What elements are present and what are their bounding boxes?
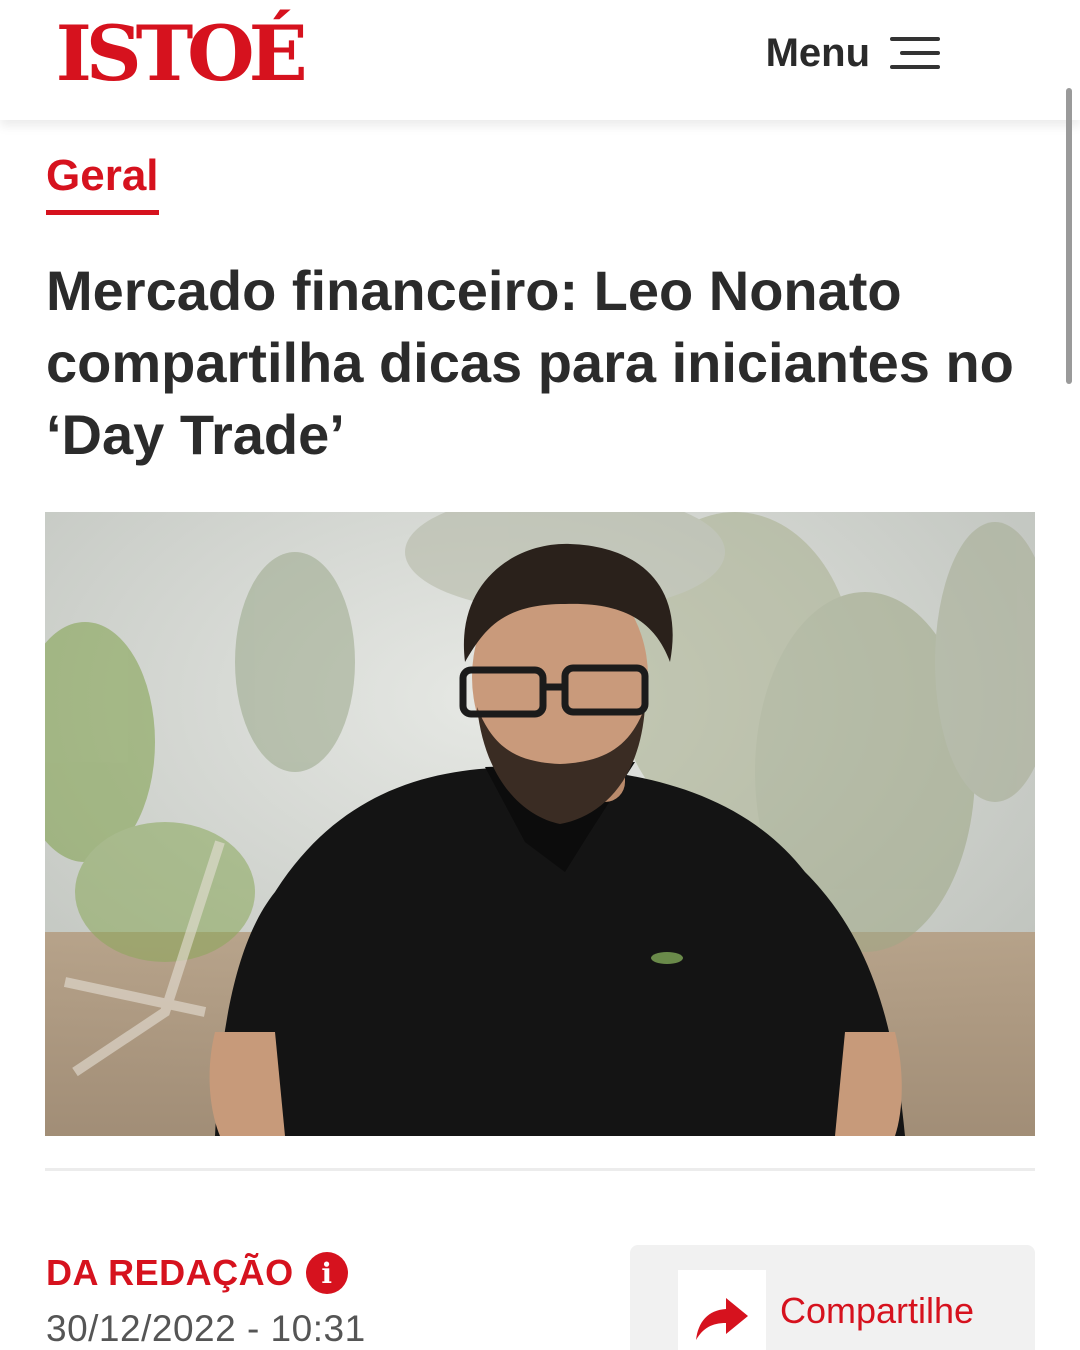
author-name[interactable]: DA REDAÇÃO — [46, 1252, 294, 1294]
site-header: ISTOÉ Menu — [0, 0, 1080, 120]
divider — [45, 1168, 1035, 1171]
publish-date: 30/12/2022 - 10:31 — [46, 1308, 366, 1349]
hamburger-icon — [888, 33, 940, 73]
share-arrow-icon — [678, 1270, 766, 1350]
site-logo[interactable]: ISTOÉ — [56, 12, 308, 96]
author-block: DA REDAÇÃO i — [46, 1250, 348, 1296]
scrollbar[interactable] — [1066, 88, 1072, 384]
share-label: Compartilhe — [780, 1290, 975, 1331]
share-button[interactable]: Compartilhe — [630, 1245, 1035, 1350]
menu-button[interactable]: Menu — [766, 28, 940, 78]
article-photo — [45, 512, 1035, 1136]
menu-label: Menu — [765, 30, 870, 75]
article-title: Mercado financeiro: Leo Nonato compartil… — [46, 259, 1014, 466]
info-icon[interactable]: i — [305, 1252, 348, 1294]
category-link[interactable]: Geral — [46, 150, 159, 215]
